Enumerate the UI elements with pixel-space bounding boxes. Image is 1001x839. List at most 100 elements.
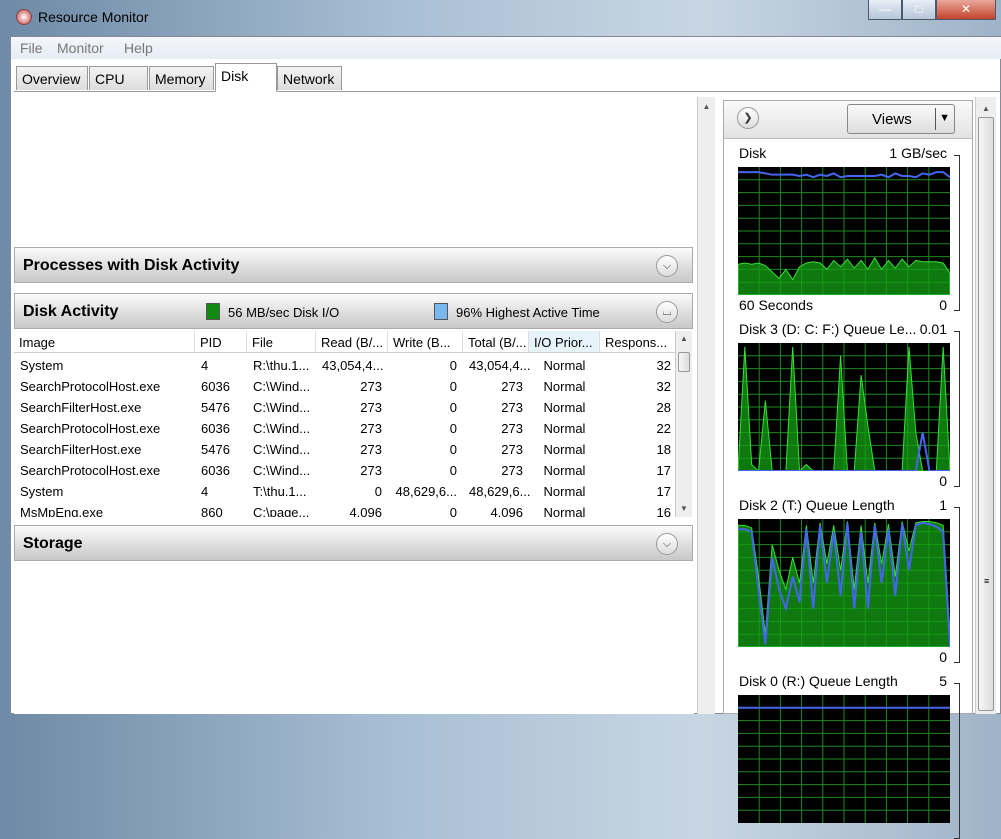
table-cell: 273	[360, 400, 382, 415]
table-cell: 4	[201, 358, 209, 373]
scroll-thumb[interactable]: ≡	[978, 117, 994, 711]
table-row[interactable]: System 4 R:\thu.1... 43,054,4... 0 43,054,4..…	[14, 355, 677, 376]
table-cell: 0	[449, 400, 457, 415]
active-time-legend-swatch	[434, 303, 448, 320]
storage-section-title: Storage	[23, 535, 83, 552]
scroll-thumb[interactable]	[678, 352, 690, 372]
table-cell: 4	[201, 484, 209, 499]
table-row[interactable]: SearchFilterHost.exe 5476 C:\Wind... 273 0 27…	[14, 439, 677, 460]
minimize-button[interactable]: —	[868, 0, 902, 20]
processes-section-title: Processes with Disk Activity	[23, 257, 240, 274]
table-row[interactable]: SearchProtocolHost.exe 6036 C:\Wind... 273 0…	[14, 418, 677, 439]
scroll-up-arrow-icon[interactable]: ▲	[976, 101, 996, 117]
scroll-down-arrow-icon[interactable]: ▼	[676, 501, 692, 517]
tab-network[interactable]: Network	[277, 66, 342, 90]
resource-monitor-app-icon	[16, 9, 32, 25]
graph-3	[738, 695, 950, 823]
table-cell: 273	[501, 400, 523, 415]
table-cell: 32	[656, 379, 671, 394]
table-cell: 273	[360, 421, 382, 436]
table-cell: 18	[656, 442, 671, 457]
column-header[interactable]: File	[247, 331, 316, 353]
table-row[interactable]: SearchProtocolHost.exe 6036 C:\Wind... 273 0…	[14, 460, 677, 481]
tab-cpu[interactable]: CPU	[89, 66, 148, 90]
menu-bar	[11, 37, 1001, 59]
graph-scale-bracket	[954, 507, 960, 663]
processes-section-header[interactable]: Processes with Disk Activity ⌵	[14, 247, 693, 283]
table-cell: 273	[360, 463, 382, 478]
table-cell: C:\Wind...	[253, 421, 311, 436]
active-time-legend: 96% Highest Active Time	[456, 305, 600, 320]
column-header[interactable]: I/O Prior...	[529, 331, 600, 353]
table-cell: Normal	[543, 379, 586, 394]
table-cell: SearchFilterHost.exe	[20, 442, 142, 457]
chevron-down-icon[interactable]: ⌵	[656, 255, 678, 277]
table-row[interactable]: SearchFilterHost.exe 5476 C:\Wind... 273 0 27…	[14, 397, 677, 418]
column-header[interactable]: Read (B/...	[316, 331, 388, 353]
graph-scale-bracket	[954, 155, 960, 311]
storage-section-header[interactable]: Storage ⌵	[14, 525, 693, 561]
table-cell: R:\thu.1...	[253, 358, 310, 373]
chevron-up-icon[interactable]: ⌴	[656, 301, 678, 323]
column-header[interactable]: Write (B...	[388, 331, 463, 353]
graph-title: Disk 2 (T:) Queue Length	[739, 497, 895, 513]
maximize-button[interactable]: □	[902, 0, 936, 20]
disk-activity-section-header[interactable]: Disk Activity 56 MB/sec Disk I/O 96% Hig…	[14, 293, 693, 329]
table-cell: 32	[656, 358, 671, 373]
table-cell: 0	[449, 442, 457, 457]
table-cell: Normal	[543, 442, 586, 457]
table-cell: 6036	[201, 463, 230, 478]
menu-file[interactable]: File	[20, 40, 43, 56]
menu-monitor[interactable]: Monitor	[57, 40, 104, 56]
table-cell: SearchProtocolHost.exe	[20, 421, 161, 436]
graph-max-label: 5	[939, 673, 947, 689]
left-pane-scrollbar[interactable]: ▲	[697, 97, 715, 714]
tab-overview[interactable]: Overview	[16, 66, 88, 90]
column-header[interactable]: Respons...	[600, 331, 677, 353]
table-cell: Normal	[543, 421, 586, 436]
views-label: Views	[872, 111, 912, 128]
menu-help[interactable]: Help	[124, 40, 153, 56]
views-dropdown-button[interactable]: Views ▼	[847, 104, 955, 134]
table-cell: MsMpEng.exe	[20, 505, 104, 517]
graphs-scrollbar[interactable]: ▲ ≡	[975, 97, 996, 714]
graph-title: Disk	[739, 145, 767, 161]
table-cell: 4,096	[490, 505, 523, 517]
scroll-up-arrow-icon[interactable]: ▲	[676, 331, 692, 347]
chevron-down-icon[interactable]: ⌵	[656, 533, 678, 555]
table-cell: 5476	[201, 442, 230, 457]
title-bar	[0, 0, 1001, 36]
column-header[interactable]: Image	[14, 331, 195, 353]
tab-disk[interactable]: Disk	[215, 63, 277, 92]
column-header[interactable]: PID	[195, 331, 247, 353]
table-row[interactable]: SearchProtocolHost.exe 6036 C:\Wind... 273 0…	[14, 376, 677, 397]
table-cell: 43,054,4...	[469, 358, 531, 373]
tab-memory[interactable]: Memory	[149, 66, 214, 90]
graph-scale-bracket	[954, 331, 960, 487]
table-cell: SearchFilterHost.exe	[20, 400, 142, 415]
table-scrollbar[interactable]: ▲ ▼	[675, 331, 692, 517]
column-header[interactable]: Total (B/...	[463, 331, 529, 353]
table-cell: 6036	[201, 421, 230, 436]
table-row[interactable]: MsMpEng.exe 860 C:\page... 4,096 0 4,096 Norma…	[14, 502, 677, 517]
table-cell: C:\Wind...	[253, 379, 311, 394]
close-button[interactable]: ✕	[936, 0, 996, 20]
table-cell: C:\Wind...	[253, 442, 311, 457]
dropdown-arrow-icon[interactable]: ▼	[939, 112, 950, 124]
table-cell: 4,096	[349, 505, 382, 517]
table-cell: 17	[656, 463, 671, 478]
chevron-right-icon[interactable]: ❯	[737, 107, 759, 129]
graph-min-label: 0	[939, 649, 947, 665]
table-cell: 17	[656, 484, 671, 499]
disk-io-legend-swatch	[206, 303, 220, 320]
table-cell: 6036	[201, 379, 230, 394]
table-cell: 0	[449, 505, 457, 517]
table-cell: 22	[656, 421, 671, 436]
disk-io-legend: 56 MB/sec Disk I/O	[228, 305, 340, 320]
scroll-up-arrow-icon[interactable]: ▲	[698, 99, 715, 115]
table-cell: SearchProtocolHost.exe	[20, 379, 161, 394]
table-row[interactable]: System 4 T:\thu.1... 0 48,629,6... 48,629,6..…	[14, 481, 677, 502]
table-cell: 0	[449, 379, 457, 394]
table-cell: 273	[360, 379, 382, 394]
graph-min-label: 0	[939, 473, 947, 489]
